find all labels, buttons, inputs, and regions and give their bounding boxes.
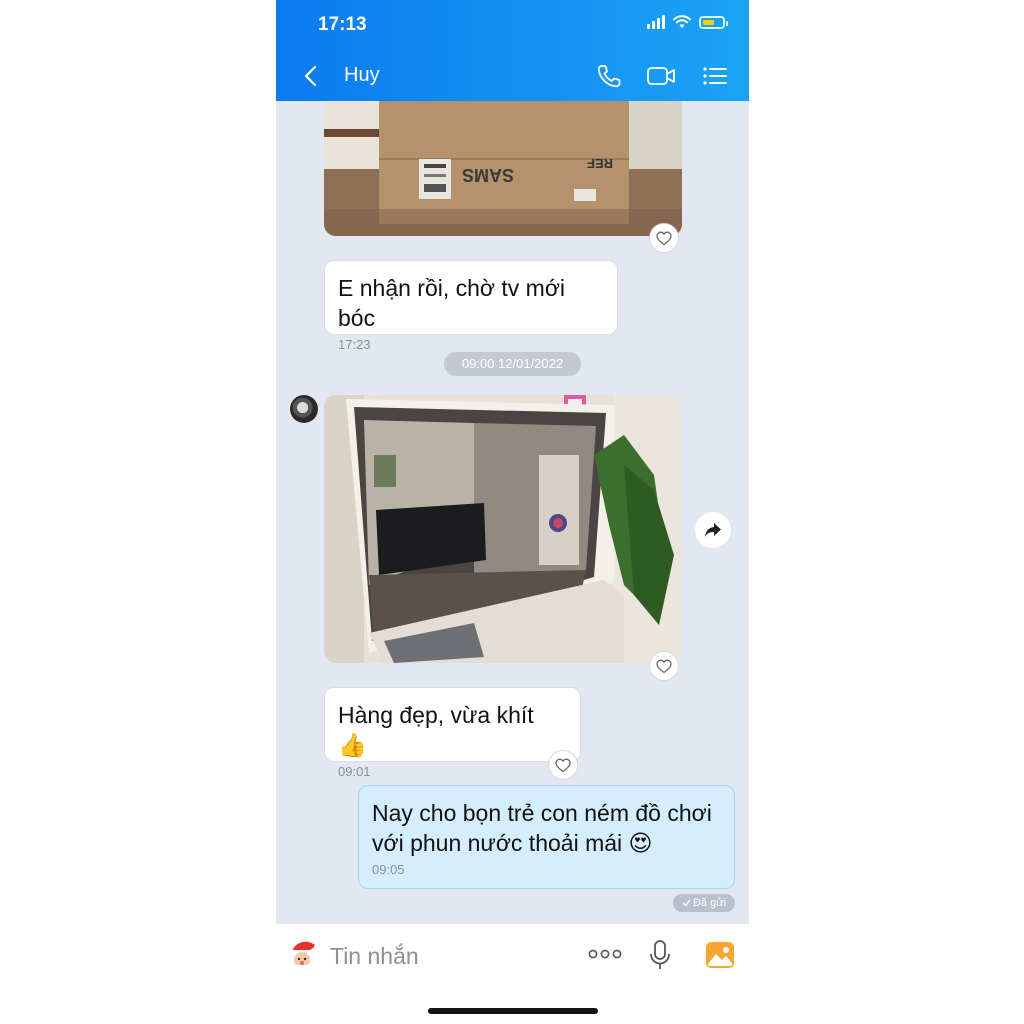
wifi-icon (673, 15, 691, 28)
like-button[interactable] (548, 750, 578, 780)
status-icons (647, 15, 728, 29)
message-text-line1: Nay cho bọn trẻ con ném đồ chơi (372, 800, 712, 826)
image-message-box[interactable]: SAMS REF (324, 101, 682, 236)
more-icon[interactable] (588, 944, 622, 964)
gallery-icon[interactable] (705, 940, 735, 970)
message-time: 09:05 (372, 862, 405, 877)
heart-icon (656, 231, 672, 245)
message-input[interactable] (330, 938, 530, 974)
message-time: 09:01 (338, 764, 371, 779)
avatar[interactable] (290, 395, 318, 423)
share-button[interactable] (695, 512, 731, 548)
my-message-bubble[interactable]: Nay cho bọn trẻ con ném đồ chơi với phun… (358, 785, 735, 889)
heart-icon (555, 758, 571, 772)
status-time: 17:13 (318, 14, 367, 35)
santa-sticker-icon[interactable] (284, 936, 324, 976)
microphone-icon[interactable] (648, 939, 672, 971)
message-time: 17:23 (338, 337, 371, 352)
sent-status-badge: Đã gửi (673, 894, 735, 912)
message-bubble[interactable]: E nhận rồi, chờ tv mới bóc 17:23 (324, 260, 618, 352)
phone-screen: 17:13 Huy SAMS REF E nhận rồi, chờ tv mớ… (276, 0, 749, 1024)
contact-name[interactable]: Huy (344, 64, 380, 87)
message-text: E nhận rồi, chờ tv mới bóc (338, 275, 566, 331)
sent-status-text: Đã gửi (692, 897, 727, 909)
message-bubble[interactable]: Hàng đẹp, vừa khít 👍 09:01 (324, 687, 581, 779)
image-message-tv[interactable] (324, 395, 682, 663)
phone-icon[interactable] (594, 62, 624, 90)
menu-list-icon[interactable] (700, 62, 730, 90)
photo-tv-room (324, 395, 682, 663)
like-button[interactable] (649, 651, 679, 681)
message-text-line2: với phun nước thoải mái 😍 (372, 830, 653, 856)
like-button[interactable] (649, 223, 679, 253)
chat-header: 17:13 Huy (276, 0, 749, 101)
home-indicator (428, 1008, 598, 1014)
battery-icon (699, 15, 728, 29)
back-icon[interactable] (300, 62, 324, 90)
svg-text:SAMS: SAMS (462, 165, 514, 185)
message-input-bar (276, 924, 749, 1024)
date-divider: 09:00 12/01/2022 (444, 352, 581, 376)
chat-area[interactable]: SAMS REF E nhận rồi, chờ tv mới bóc 17:2… (276, 101, 749, 924)
video-call-icon[interactable] (646, 62, 676, 90)
heart-icon (656, 659, 672, 673)
photo-cardboard-box: SAMS REF (324, 101, 682, 236)
check-icon (682, 899, 691, 907)
svg-text:REF: REF (587, 156, 613, 171)
share-icon (705, 523, 721, 537)
cellular-signal-icon (647, 15, 665, 29)
message-text: Hàng đẹp, vừa khít 👍 (338, 702, 534, 758)
